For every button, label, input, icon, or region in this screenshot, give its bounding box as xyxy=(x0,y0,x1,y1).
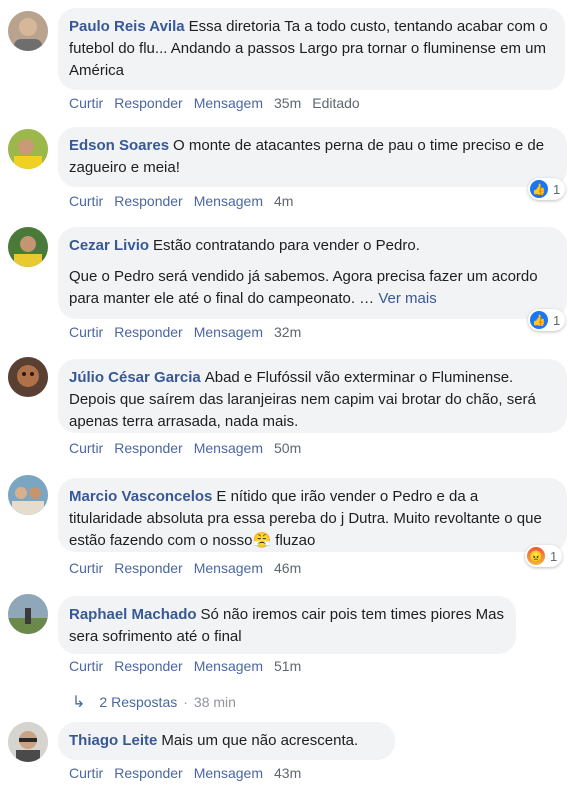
reaction-count[interactable]: 👍 1 xyxy=(528,309,566,331)
message-button[interactable]: Mensagem xyxy=(194,765,263,781)
comment-author[interactable]: Raphael Machado xyxy=(69,606,197,623)
like-button[interactable]: Curtir xyxy=(69,658,103,674)
comment-text: Estão contratando para vender o Pedro. xyxy=(153,237,420,254)
message-button[interactable]: Mensagem xyxy=(194,560,263,576)
reply-button[interactable]: Responder xyxy=(114,95,183,111)
comment-time[interactable]: 43m xyxy=(274,765,301,781)
comment-actions: Curtir Responder Mensagem 51m xyxy=(69,658,312,674)
comment-text: Mais um que não acrescenta. xyxy=(161,732,359,749)
comment-time[interactable]: 32m xyxy=(274,324,301,340)
comment-text-continued: Que o Pedro será vendido já sabemos. Ago… xyxy=(69,268,538,307)
emoji: 😤 xyxy=(252,532,272,549)
avatar[interactable] xyxy=(8,357,48,397)
comment-actions: Curtir Responder Mensagem 43m xyxy=(69,765,312,781)
comment-bubble: Cezar Livio Estão contratando para vender… xyxy=(58,227,567,319)
comment-actions: Curtir Responder Mensagem 35m Editado xyxy=(69,95,371,111)
comment-author[interactable]: Júlio César Garcia xyxy=(69,369,201,386)
replies-time: 38 min xyxy=(193,694,236,710)
avatar[interactable] xyxy=(8,475,48,515)
like-button[interactable]: Curtir xyxy=(69,765,103,781)
message-button[interactable]: Mensagem xyxy=(194,658,263,674)
like-button[interactable]: Curtir xyxy=(69,193,103,209)
message-button[interactable]: Mensagem xyxy=(194,95,263,111)
reply-button[interactable]: Responder xyxy=(114,658,183,674)
comment-author[interactable]: Marcio Vasconcelos xyxy=(69,488,212,505)
comment-time[interactable]: 50m xyxy=(274,440,301,456)
comment-bubble: Marcio Vasconcelos E nítido que irão vend… xyxy=(58,478,567,552)
like-button[interactable]: Curtir xyxy=(69,324,103,340)
avatar[interactable] xyxy=(8,129,48,169)
comment-author[interactable]: Thiago Leite xyxy=(69,732,157,749)
replies-count[interactable]: 2 Respostas xyxy=(99,694,177,710)
like-button[interactable]: Curtir xyxy=(69,95,103,111)
comment-bubble: Raphael Machado Só não iremos cair pois t… xyxy=(58,596,516,654)
avatar[interactable] xyxy=(8,722,48,762)
like-button[interactable]: Curtir xyxy=(69,440,103,456)
like-icon: 👍 xyxy=(530,180,548,198)
reaction-count[interactable]: 😠 1 xyxy=(525,545,563,567)
reply-button[interactable]: Responder xyxy=(114,765,183,781)
comment-time[interactable]: 4m xyxy=(274,193,293,209)
avatar[interactable] xyxy=(8,11,48,51)
see-more-link[interactable]: Ver mais xyxy=(378,290,436,307)
edited-label[interactable]: Editado xyxy=(312,95,359,111)
avatar[interactable] xyxy=(8,594,48,634)
comment-bubble: Edson Soares O monte de atacantes perna d… xyxy=(58,127,567,187)
view-replies-link[interactable]: ↳ 2 Respostas · 38 min xyxy=(72,692,236,712)
message-button[interactable]: Mensagem xyxy=(194,193,263,209)
reaction-count[interactable]: 👍 1 xyxy=(528,178,566,200)
comment-time[interactable]: 46m xyxy=(274,560,301,576)
like-icon: 👍 xyxy=(530,311,548,329)
comment-bubble: Paulo Reis Avila Essa diretoria Ta a todo… xyxy=(58,8,565,90)
replies-separator: · xyxy=(183,694,188,710)
like-button[interactable]: Curtir xyxy=(69,560,103,576)
reply-button[interactable]: Responder xyxy=(114,193,183,209)
message-button[interactable]: Mensagem xyxy=(194,440,263,456)
comment-actions: Curtir Responder Mensagem 50m xyxy=(69,440,312,456)
reply-arrow-icon: ↳ xyxy=(72,694,86,711)
avatar[interactable] xyxy=(8,227,48,267)
angry-icon: 😠 xyxy=(527,547,545,565)
message-button[interactable]: Mensagem xyxy=(194,324,263,340)
reply-button[interactable]: Responder xyxy=(114,560,183,576)
reply-button[interactable]: Responder xyxy=(114,324,183,340)
comment-author[interactable]: Edson Soares xyxy=(69,137,169,154)
comment-bubble: Júlio César Garcia Abad e Flufóssil vão e… xyxy=(58,359,567,433)
comment-actions: Curtir Responder Mensagem 46m xyxy=(69,560,312,576)
comment-text-end: fluzao xyxy=(271,532,316,549)
reply-button[interactable]: Responder xyxy=(114,440,183,456)
comment-author[interactable]: Paulo Reis Avila xyxy=(69,18,185,35)
comment-actions: Curtir Responder Mensagem 4m xyxy=(69,193,304,209)
comment-bubble: Thiago Leite Mais um que não acrescenta. xyxy=(58,722,395,760)
comment-author[interactable]: Cezar Livio xyxy=(69,237,149,254)
comment-time[interactable]: 35m xyxy=(274,95,301,111)
comment-time[interactable]: 51m xyxy=(274,658,301,674)
comment-actions: Curtir Responder Mensagem 32m xyxy=(69,324,312,340)
